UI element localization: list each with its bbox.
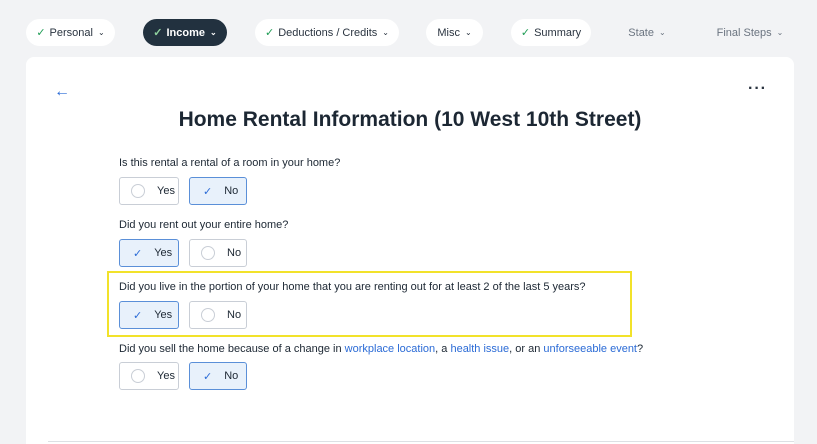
q2-yes-option[interactable]: ✓ Yes [119,239,179,267]
nav-tab-label: Summary [534,26,582,39]
nav-tab-misc[interactable]: Misc ⌄ [426,19,483,46]
option-label: No [224,370,239,382]
unforseeable-event-link[interactable]: unforseeable event [543,343,637,355]
arrow-left-icon[interactable]: ← [54,83,70,101]
q4-no-option[interactable]: ✓ No [189,362,247,390]
option-label: Yes [157,370,175,382]
question-sell-reason: Did you sell the home because of a chang… [119,343,643,355]
nav-tab-deductions-credits[interactable]: ✓ Deductions / Credits ⌄ [255,19,399,46]
question-text: , a [435,343,451,355]
nav-tab-personal[interactable]: ✓ Personal ⌄ [26,19,115,46]
workplace-location-link[interactable]: workplace location [345,343,436,355]
q1-no-option[interactable]: ✓ No [189,177,247,205]
checkmark-icon: ✓ [133,247,143,260]
nav-tab-label: Personal [49,26,93,39]
check-icon: ✓ [153,27,163,39]
chevron-down-icon: ⌄ [210,28,217,37]
radio-circle-icon [201,246,215,260]
option-label: No [227,309,242,321]
nav-tab-summary[interactable]: ✓ Summary [511,19,591,46]
option-label: Yes [157,185,175,197]
nav-tab-income[interactable]: ✓ Income ⌄ [143,19,227,46]
radio-circle-icon [201,308,215,322]
divider [48,441,794,442]
progress-nav: ✓ Personal ⌄ ✓ Income ⌄ ✓ Deductions / C… [0,19,817,46]
question-text: Did you sell the home because of a chang… [119,343,345,355]
question-text: , or an [509,343,544,355]
question-entire-home: Did you rent out your entire home? [119,219,289,231]
q3-yes-option[interactable]: ✓ Yes [119,301,179,329]
health-issue-link[interactable]: health issue [450,343,509,355]
checkmark-icon: ✓ [133,309,143,322]
chevron-down-icon: ⌄ [776,28,784,37]
question-text: ? [637,343,644,355]
chevron-down-icon: ⌄ [382,28,389,37]
option-label: No [224,185,239,197]
check-icon: ✓ [265,27,275,39]
radio-circle-icon [131,184,145,198]
nav-tab-label: Misc [437,26,460,39]
option-label: Yes [154,247,173,259]
radio-circle-icon [131,369,145,383]
main-card: ← ··· Home Rental Information (10 West 1… [26,57,794,444]
q1-yes-option[interactable]: Yes [119,177,179,205]
chevron-down-icon: ⌄ [658,28,666,37]
more-options-icon[interactable]: ··· [748,80,767,98]
option-label: Yes [154,309,173,321]
question-lived-in-portion: Did you live in the portion of your home… [119,281,586,293]
nav-tab-state[interactable]: State ⌄ [619,19,675,46]
nav-tab-label: State [628,26,654,39]
checkmark-icon: ✓ [203,370,213,383]
nav-tab-label: Final Steps [716,26,772,39]
nav-tab-label: Income [166,26,206,39]
check-icon: ✓ [520,27,531,39]
checkmark-icon: ✓ [203,185,213,198]
chevron-down-icon: ⌄ [464,28,472,37]
page-title: Home Rental Information (10 West 10th St… [178,108,642,131]
nav-tab-final-steps[interactable]: Final Steps ⌄ [711,19,789,46]
nav-tab-label: Deductions / Credits [278,26,378,39]
check-icon: ✓ [36,27,46,39]
q4-yes-option[interactable]: Yes [119,362,179,390]
option-label: No [227,247,242,259]
chevron-down-icon: ⌄ [97,28,105,37]
q3-no-option[interactable]: No [189,301,247,329]
question-room-rental: Is this rental a rental of a room in you… [119,157,341,169]
q2-no-option[interactable]: No [189,239,247,267]
